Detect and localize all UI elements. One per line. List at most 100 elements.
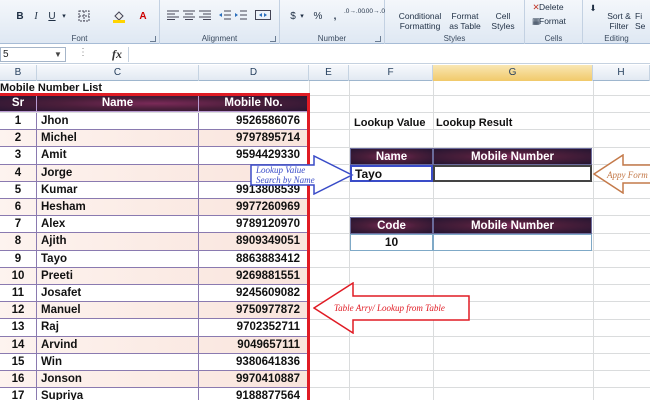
lookup-name-result[interactable]	[433, 165, 592, 182]
cell-name[interactable]: Supriya	[37, 388, 199, 400]
cell-styles-button[interactable]: Cell Styles	[485, 11, 521, 31]
cell-sr[interactable]: 7	[0, 216, 37, 234]
cell-name[interactable]: Kumar	[37, 181, 199, 199]
align-center-icon[interactable]	[182, 10, 196, 24]
cell-name[interactable]: Preeti	[37, 267, 199, 285]
column-header-f[interactable]: F	[349, 65, 433, 81]
increase-decimal-button[interactable]: .0→.00	[344, 8, 365, 22]
cell-name[interactable]: Raj	[37, 319, 199, 337]
lookup-name-header[interactable]: Name	[350, 148, 433, 165]
delete-button[interactable]: Delete	[539, 2, 573, 12]
column-header-d[interactable]: D	[199, 65, 309, 81]
cell-name[interactable]: Arvind	[37, 336, 199, 354]
lookup-name-input[interactable]: Tayo	[350, 165, 433, 182]
bold-button[interactable]: B	[14, 10, 26, 24]
cell-name[interactable]: Josafet	[37, 285, 199, 303]
currency-button[interactable]: $	[288, 10, 298, 24]
cell-mobile[interactable]: 9245609082	[199, 285, 309, 303]
fill-icon[interactable]: ⬇	[587, 3, 599, 13]
chevron-down-icon[interactable]: ▾	[60, 10, 68, 24]
cell-name[interactable]: Michel	[37, 130, 199, 148]
cell-name[interactable]: Alex	[37, 216, 199, 234]
lookup-mobile-header[interactable]: Mobile Number	[433, 148, 592, 165]
lookup-code-mobile-header[interactable]: Mobile Number	[433, 217, 592, 234]
align-right-icon[interactable]	[198, 10, 212, 24]
cell-name[interactable]: Amit	[37, 147, 199, 165]
percent-button[interactable]: %	[312, 10, 324, 24]
cell-sr[interactable]: 4	[0, 164, 37, 182]
conditional-formatting-button[interactable]: Conditional Formatting	[393, 11, 447, 31]
cell-sr[interactable]: 8	[0, 233, 37, 251]
cell-mobile[interactable]: 9797895714	[199, 130, 309, 148]
lookup-code-header[interactable]: Code	[350, 217, 433, 234]
column-header-h[interactable]: H	[593, 65, 650, 81]
italic-button[interactable]: I	[30, 10, 42, 24]
increase-indent-icon[interactable]	[234, 10, 248, 24]
format-as-table-button[interactable]: Format as Table	[447, 11, 483, 31]
cell-mobile[interactable]: 9526586076	[199, 113, 309, 131]
font-dialog-launcher-icon[interactable]	[150, 36, 156, 42]
underline-button[interactable]: U	[46, 10, 58, 24]
cell-name[interactable]: Manuel	[37, 302, 199, 320]
header-name[interactable]: Name	[37, 95, 199, 113]
cell-sr[interactable]: 1	[0, 113, 37, 131]
sort-filter-button[interactable]: Sort & Filter	[603, 11, 635, 31]
cell-sr[interactable]: 2	[0, 130, 37, 148]
cell-sr[interactable]: 6	[0, 199, 37, 217]
cell-sr[interactable]: 17	[0, 388, 37, 400]
borders-icon[interactable]	[76, 10, 92, 24]
cell-sr[interactable]: 16	[0, 371, 37, 389]
decrease-decimal-button[interactable]: .00→.0	[364, 8, 385, 22]
header-sr[interactable]: Sr	[0, 95, 37, 113]
cell-sr[interactable]: 12	[0, 302, 37, 320]
alignment-dialog-launcher-icon[interactable]	[270, 36, 276, 42]
font-color-icon[interactable]: A	[136, 10, 150, 24]
cell-name[interactable]: Tayo	[37, 250, 199, 268]
cell-name[interactable]: Hesham	[37, 199, 199, 217]
cell-mobile[interactable]: 9049657111	[199, 336, 309, 354]
insert-function-icon[interactable]: fx	[112, 47, 122, 62]
chevron-down-icon[interactable]: ▾	[298, 10, 306, 24]
cell-sr[interactable]: 11	[0, 285, 37, 303]
column-header-e[interactable]: E	[309, 65, 349, 81]
column-header-b[interactable]: B	[0, 65, 37, 81]
cell-sr[interactable]: 9	[0, 250, 37, 268]
fill-color-icon[interactable]	[110, 10, 128, 24]
cell-name[interactable]: Jonson	[37, 371, 199, 389]
lookup-code-result[interactable]	[433, 234, 592, 251]
column-header-g[interactable]: G	[433, 65, 593, 81]
cell-mobile[interactable]: 8909349051	[199, 233, 309, 251]
cell-mobile[interactable]: 9789120970	[199, 216, 309, 234]
formula-input[interactable]	[128, 47, 650, 62]
cell-mobile[interactable]: 9269881551	[199, 267, 309, 285]
cell-mobile[interactable]: 9380641836	[199, 353, 309, 371]
cell-mobile[interactable]: 9702352711	[199, 319, 309, 337]
cell-sr[interactable]: 10	[0, 267, 37, 285]
cell-mobile[interactable]: 9188877564	[199, 388, 309, 400]
cell-sr[interactable]: 5	[0, 181, 37, 199]
number-dialog-launcher-icon[interactable]	[375, 36, 381, 42]
cell-sr[interactable]: 3	[0, 147, 37, 165]
cell-name[interactable]: Jhon	[37, 113, 199, 131]
align-left-icon[interactable]	[166, 10, 180, 24]
cell-sr[interactable]: 13	[0, 319, 37, 337]
cell-name[interactable]: Jorge	[37, 164, 199, 182]
header-mobile[interactable]: Mobile No.	[199, 95, 309, 113]
cell-sr[interactable]: 15	[0, 353, 37, 371]
cell-mobile[interactable]: 8863883412	[199, 250, 309, 268]
chevron-down-icon[interactable]: ▼	[54, 47, 62, 62]
find-select-button[interactable]: Fi Se	[635, 11, 650, 31]
column-header-c[interactable]: C	[37, 65, 199, 81]
table-row: 10 Preeti 9269881551	[0, 267, 310, 285]
cell-sr[interactable]: 14	[0, 336, 37, 354]
cell-name[interactable]: Ajith	[37, 233, 199, 251]
cell-mobile[interactable]: 9750977872	[199, 302, 309, 320]
cell-name[interactable]: Win	[37, 353, 199, 371]
merge-center-icon[interactable]	[254, 10, 272, 24]
cell-mobile[interactable]: 9970410887	[199, 371, 309, 389]
comma-button[interactable]: ,	[330, 10, 340, 24]
decrease-indent-icon[interactable]	[218, 10, 232, 24]
cell-mobile[interactable]: 9977260969	[199, 199, 309, 217]
lookup-code-input[interactable]: 10	[350, 234, 433, 251]
format-button[interactable]: Format	[539, 16, 575, 26]
